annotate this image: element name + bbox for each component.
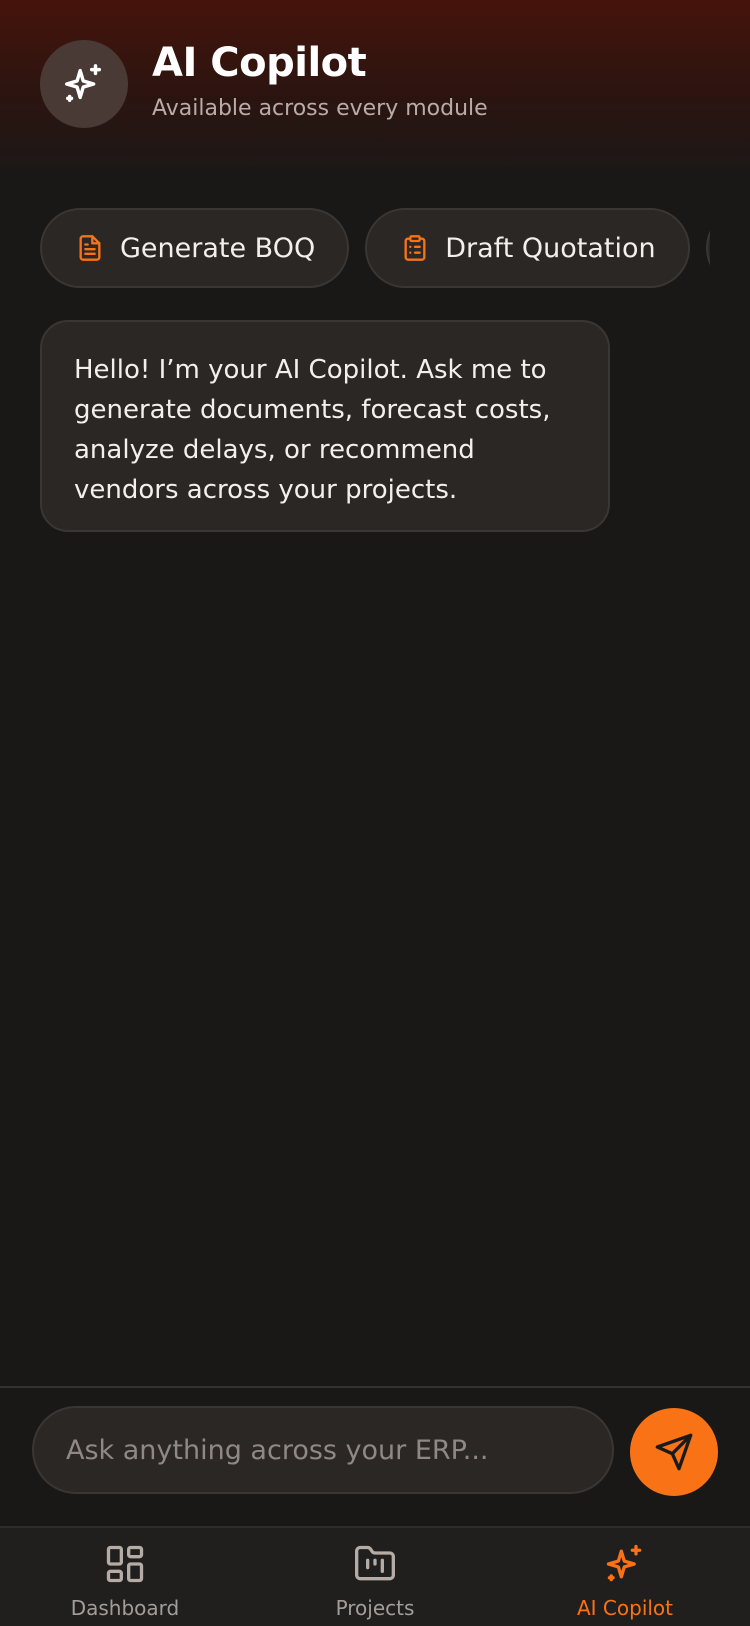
copilot-avatar <box>40 40 128 128</box>
clipboard-list-icon <box>404 235 426 261</box>
chip-label: Generate BOQ <box>120 232 316 264</box>
message-composer <box>0 1386 750 1528</box>
page-title: AI Copilot <box>152 40 367 86</box>
nav-label-dashboard: Dashboard <box>70 1596 180 1620</box>
layout-grid-icon <box>106 1545 144 1583</box>
page-subtitle: Available across every module <box>152 96 488 121</box>
app-header: AI Copilot Available across every module <box>0 0 750 168</box>
chip-label: Draft Quotation <box>445 232 656 264</box>
sparkles-icon <box>65 64 102 103</box>
sparkles-icon <box>606 1544 642 1582</box>
bottom-nav: Dashboard Projects AI Copilot <box>0 1526 750 1626</box>
assistant-message-bubble: Hello! I’m your AI Copilot. Ask me to ge… <box>40 320 610 532</box>
draft-quotation-chip[interactable]: Draft Quotation <box>365 208 690 288</box>
send-button[interactable] <box>630 1408 718 1496</box>
more-actions-chip[interactable] <box>705 208 710 288</box>
send-icon <box>655 1433 693 1471</box>
file-text-icon <box>79 235 101 261</box>
folder-kanban-icon <box>355 1545 395 1581</box>
message-input[interactable] <box>32 1406 614 1494</box>
nav-label-ai-copilot: AI Copilot <box>576 1596 674 1620</box>
nav-item-dashboard[interactable]: Dashboard <box>25 1542 225 1620</box>
quick-actions-row[interactable]: Generate BOQ Draft Quotation <box>40 208 710 292</box>
nav-item-ai-copilot[interactable]: AI Copilot <box>525 1542 725 1620</box>
generate-boq-chip[interactable]: Generate BOQ <box>40 208 350 288</box>
nav-item-projects[interactable]: Projects <box>275 1542 475 1620</box>
nav-label-projects: Projects <box>335 1596 415 1620</box>
